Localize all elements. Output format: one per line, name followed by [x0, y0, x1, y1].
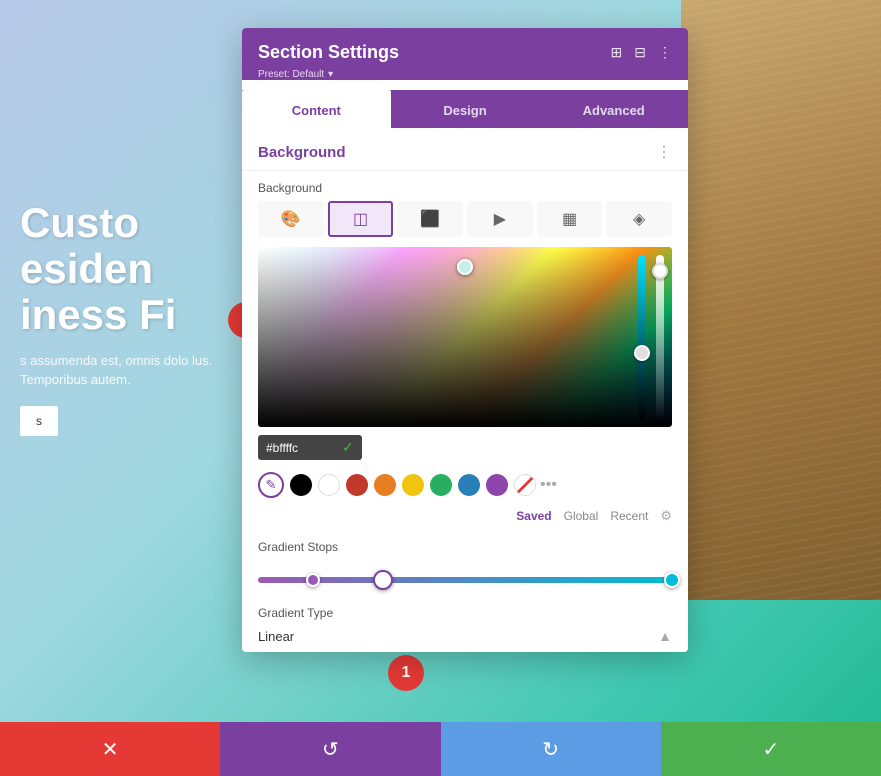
preset-selector[interactable]: Preset: Default ▾	[258, 69, 672, 80]
cancel-button[interactable]: ✕	[0, 722, 220, 776]
hex-confirm-icon[interactable]: ✓	[342, 439, 354, 456]
panel-title: Section Settings	[258, 42, 399, 63]
gradient-type-value[interactable]: Linear ▲	[242, 624, 688, 652]
section-more-icon[interactable]: ⋮	[656, 142, 672, 162]
wood-background	[681, 0, 881, 600]
section-title: Background	[258, 144, 346, 161]
panel-body: Background ⋮ Background 🎨 ◫ ⬛ ▶ ▦ ◈	[242, 128, 688, 652]
swatch-orange[interactable]	[374, 474, 396, 496]
swatch-blue[interactable]	[458, 474, 480, 496]
redo-button[interactable]: ↻	[441, 722, 661, 776]
gradient-track[interactable]	[258, 577, 672, 583]
gradient-type-arrow: ▲	[658, 628, 672, 644]
swatch-red[interactable]	[346, 474, 368, 496]
tab-design[interactable]: Design	[391, 90, 540, 128]
bg-type-gradient[interactable]: ◫	[328, 201, 394, 237]
hex-input[interactable]	[266, 441, 336, 455]
redo-icon: ↻	[542, 737, 559, 762]
save-icon: ✓	[762, 737, 779, 762]
bg-type-video[interactable]: ▶	[467, 201, 533, 237]
opacity-slider-track[interactable]	[656, 255, 664, 419]
bg-type-row: 🎨 ◫ ⬛ ▶ ▦ ◈	[242, 201, 688, 247]
more-icon[interactable]: ⋮	[658, 44, 672, 61]
opacity-slider-handle[interactable]	[652, 263, 668, 279]
swatch-green[interactable]	[430, 474, 452, 496]
hero-heading: Custo esiden iness Fi	[20, 200, 220, 339]
bg-type-color[interactable]: 🎨	[258, 201, 324, 237]
swatch-purple[interactable]	[486, 474, 508, 496]
panel-header-icons: ⊞ ⊟ ⋮	[611, 44, 672, 61]
step-1-badge: 1	[388, 655, 424, 691]
gradient-thumb-right[interactable]	[664, 572, 680, 588]
hex-input-row: ✓	[242, 427, 688, 468]
swatch-yellow[interactable]	[402, 474, 424, 496]
mask-icon: ◈	[633, 209, 645, 229]
color-swatches-row: ✎ •••	[242, 468, 688, 504]
expand-icon[interactable]: ⊞	[611, 44, 623, 61]
eyedropper-icon: ✎	[266, 477, 277, 493]
undo-button[interactable]: ↺	[220, 722, 440, 776]
collapse-icon[interactable]: ⊟	[634, 44, 646, 61]
color-picker-handle[interactable]	[457, 259, 473, 275]
hero-body: s assumenda est, omnis dolo lus. Tempori…	[20, 351, 220, 390]
hue-slider-handle[interactable]	[634, 345, 650, 361]
swatches-settings-icon[interactable]: ⚙	[660, 508, 672, 524]
bottom-toolbar: ✕ ↺ ↻ ✓	[0, 722, 881, 776]
gradient-thumb-left[interactable]	[306, 573, 320, 587]
cancel-icon: ✕	[102, 737, 119, 762]
bg-label: Background	[242, 171, 688, 201]
gradient-thumb-active[interactable]	[373, 570, 393, 590]
swatch-none[interactable]	[514, 474, 536, 496]
tab-mini-recent[interactable]: Recent	[610, 509, 648, 523]
bg-type-pattern[interactable]: ▦	[537, 201, 603, 237]
bg-type-image[interactable]: ⬛	[397, 201, 463, 237]
hue-slider-track[interactable]	[638, 255, 646, 419]
eyedropper-button[interactable]: ✎	[258, 472, 284, 498]
panel-header: Section Settings ⊞ ⊟ ⋮ Preset: Default ▾	[242, 28, 688, 80]
video-icon: ▶	[494, 209, 506, 229]
hero-text-area: Custo esiden iness Fi s assumenda est, o…	[0, 180, 240, 456]
tab-content[interactable]: Content	[242, 90, 391, 128]
gradient-slider-row[interactable]	[242, 560, 688, 600]
gradient-stops-label: Gradient Stops	[242, 532, 688, 560]
swatches-tabs-row: Saved Global Recent ⚙	[242, 504, 688, 532]
swatch-white[interactable]	[318, 474, 340, 496]
tab-mini-global[interactable]: Global	[564, 509, 599, 523]
image-icon: ⬛	[420, 209, 440, 229]
pattern-icon: ▦	[562, 209, 577, 229]
background-section-header: Background ⋮	[242, 128, 688, 171]
gradient-type-label: Gradient Type	[242, 600, 688, 624]
swatches-more-icon[interactable]: •••	[540, 476, 557, 494]
tab-mini-saved[interactable]: Saved	[516, 509, 551, 523]
undo-icon: ↺	[322, 737, 339, 762]
gradient-icon: ◫	[353, 209, 368, 229]
bg-type-mask[interactable]: ◈	[606, 201, 672, 237]
color-picker-canvas[interactable]	[258, 247, 672, 427]
hero-button[interactable]: s	[20, 406, 58, 436]
color-fill-icon: 🎨	[281, 209, 301, 229]
hex-input-wrapper: ✓	[258, 435, 362, 460]
tab-advanced[interactable]: Advanced	[539, 90, 688, 128]
panel-tabs: Content Design Advanced	[242, 90, 688, 128]
save-button[interactable]: ✓	[661, 722, 881, 776]
swatch-black[interactable]	[290, 474, 312, 496]
section-settings-panel: Section Settings ⊞ ⊟ ⋮ Preset: Default ▾…	[242, 28, 688, 652]
